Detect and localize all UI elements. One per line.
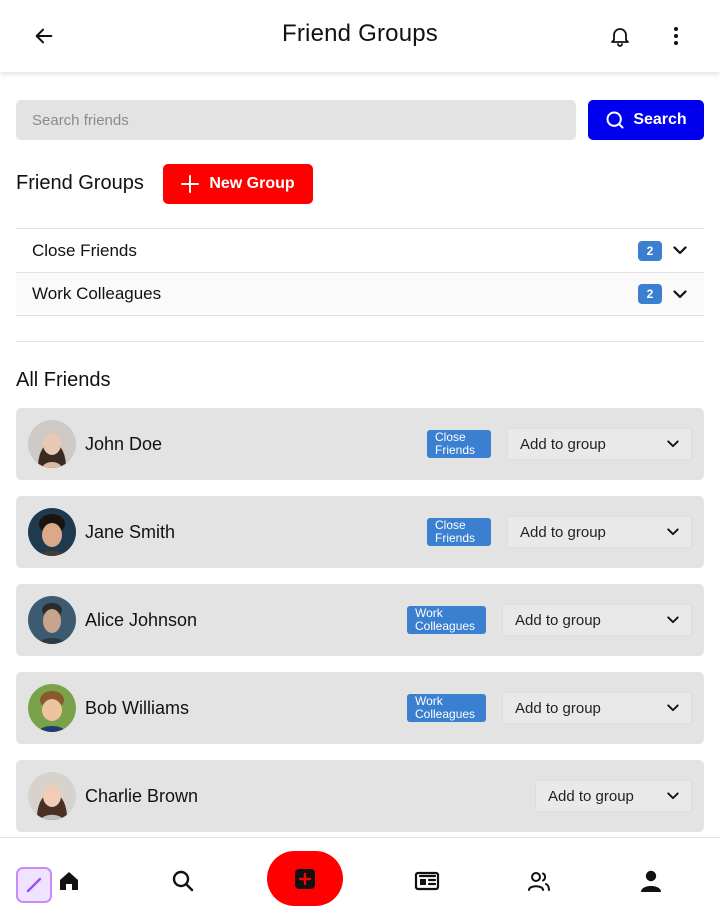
add-to-group-select[interactable]: Add to group bbox=[507, 516, 692, 548]
search-icon[interactable] bbox=[167, 865, 199, 897]
avatar bbox=[28, 772, 76, 820]
select-label: Add to group bbox=[520, 523, 606, 541]
chevron-down-icon bbox=[667, 528, 679, 536]
news-icon[interactable] bbox=[411, 865, 443, 897]
friend-card: Bob Williams Work Colleagues Add to grou… bbox=[16, 672, 704, 744]
friend-name: Bob Williams bbox=[85, 697, 190, 718]
friend-groups-heading: Friend Groups bbox=[16, 172, 144, 194]
home-icon[interactable] bbox=[53, 865, 85, 897]
friend-group-list: Close Friends 2 Work Colleagues 2 bbox=[16, 228, 704, 316]
badge-text: Friends bbox=[435, 443, 476, 457]
group-row-work-colleagues[interactable]: Work Colleagues 2 bbox=[16, 272, 704, 316]
badge-text: Colleagues bbox=[415, 707, 476, 721]
bottom-navigation bbox=[0, 837, 720, 918]
group-name: Close Friends bbox=[32, 240, 137, 260]
group-row-close-friends[interactable]: Close Friends 2 bbox=[16, 228, 704, 272]
avatar bbox=[28, 684, 76, 732]
chevron-down-icon[interactable] bbox=[672, 286, 688, 302]
chevron-down-icon bbox=[667, 440, 679, 448]
all-friends-heading: All Friends bbox=[16, 369, 111, 391]
group-badge: Close Friends bbox=[427, 430, 491, 458]
friends-icon[interactable] bbox=[523, 865, 555, 897]
group-badge: Close Friends bbox=[427, 518, 491, 546]
avatar bbox=[28, 596, 76, 644]
back-arrow-icon[interactable] bbox=[28, 20, 60, 52]
group-count-badge: 2 bbox=[638, 284, 662, 304]
friend-name: Charlie Brown bbox=[85, 785, 199, 806]
friend-name: John Doe bbox=[85, 433, 163, 454]
select-label: Add to group bbox=[520, 435, 606, 453]
chevron-down-icon[interactable] bbox=[672, 243, 688, 259]
select-label: Add to group bbox=[548, 787, 634, 805]
add-to-group-select[interactable]: Add to group bbox=[507, 428, 692, 460]
friend-name: Alice Johnson bbox=[85, 609, 198, 630]
section-divider bbox=[16, 341, 704, 342]
friend-list: John Doe Close Friends Add to group Jane… bbox=[16, 408, 704, 848]
group-count-badge: 2 bbox=[638, 240, 662, 261]
app-logo-icon bbox=[16, 867, 52, 903]
group-name: Work Colleagues bbox=[32, 284, 162, 303]
badge-text: Friends bbox=[435, 531, 476, 545]
create-post-button[interactable] bbox=[267, 851, 343, 906]
bell-icon[interactable] bbox=[604, 20, 636, 52]
add-to-group-select[interactable]: Add to group bbox=[502, 692, 692, 724]
friend-card: Alice Johnson Work Colleagues Add to gro… bbox=[16, 584, 704, 656]
avatar bbox=[28, 420, 76, 468]
chevron-down-icon bbox=[667, 792, 679, 800]
search-button-label: Search bbox=[633, 111, 687, 128]
group-badge: Work Colleagues bbox=[407, 694, 486, 722]
search-button[interactable]: Search bbox=[588, 100, 704, 140]
select-label: Add to group bbox=[515, 699, 601, 717]
chevron-down-icon bbox=[667, 704, 679, 712]
new-group-button[interactable]: New Group bbox=[163, 164, 313, 204]
chevron-down-icon bbox=[667, 616, 679, 624]
app-header: Friend Groups bbox=[0, 0, 720, 72]
friend-card: Jane Smith Close Friends Add to group bbox=[16, 496, 704, 568]
friend-name: Jane Smith bbox=[85, 521, 176, 542]
search-input[interactable] bbox=[16, 100, 576, 140]
plus-icon bbox=[181, 175, 200, 193]
add-to-group-select[interactable]: Add to group bbox=[502, 604, 692, 636]
friend-card: Charlie Brown Add to group bbox=[16, 760, 704, 832]
more-vertical-icon[interactable] bbox=[660, 20, 692, 52]
profile-icon[interactable] bbox=[635, 865, 667, 897]
avatar bbox=[28, 508, 76, 556]
add-icon bbox=[294, 868, 316, 890]
badge-text: Colleagues bbox=[415, 619, 476, 633]
friend-card: John Doe Close Friends Add to group bbox=[16, 408, 704, 480]
new-group-label: New Group bbox=[209, 175, 295, 192]
search-icon bbox=[605, 110, 625, 130]
add-to-group-select[interactable]: Add to group bbox=[535, 780, 692, 812]
select-label: Add to group bbox=[515, 611, 601, 629]
group-badge: Work Colleagues bbox=[407, 606, 486, 634]
